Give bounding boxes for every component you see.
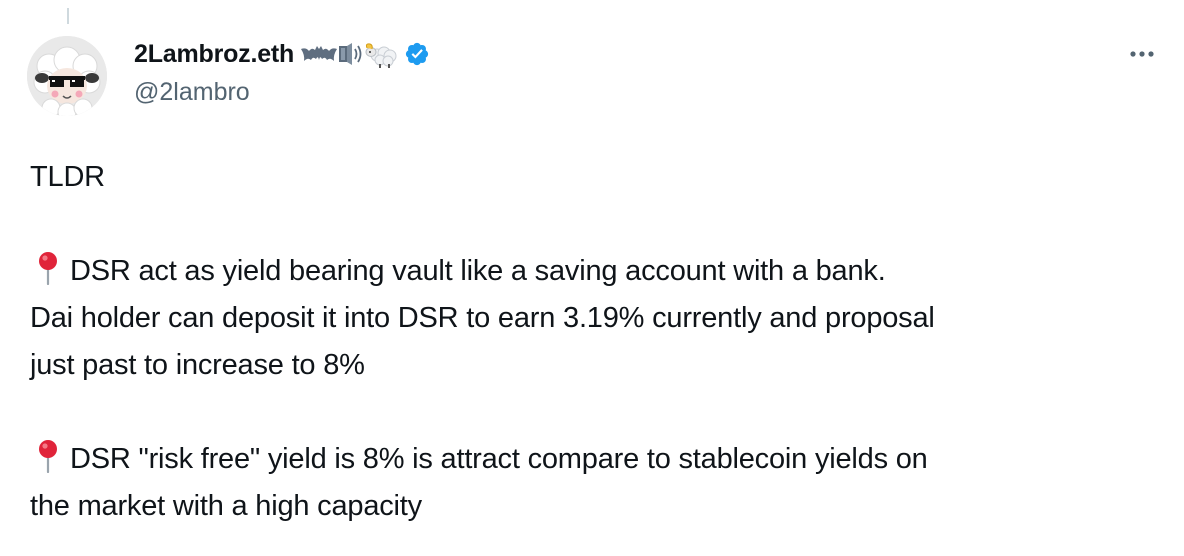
verified-badge[interactable] [404,41,430,67]
name-emoji-group [300,40,398,68]
tweet-text-span: DSR "risk free" yield is 8% is attract c… [70,443,928,475]
verified-badge-icon [406,42,429,66]
thread-connector-line [67,8,69,24]
sheep-icon [365,43,397,68]
sheep-avatar-icon [27,36,107,116]
avatar[interactable] [27,36,107,116]
tweet-line: TLDR [30,161,105,193]
tweet-line: DSR "risk free" yield is 8% is attract c… [30,436,1160,483]
round-pushpin-icon [39,440,57,473]
tweet-line: just past to increase to 8% [30,349,365,381]
more-options-button[interactable] [1127,40,1157,68]
author-name-row[interactable]: 2Lambroz.eth [134,38,430,70]
tweet-text: TLDR DSR act as yield bearing vault like… [30,154,1160,530]
author-handle[interactable]: @2lambro [134,78,250,107]
tweet-text-span: DSR act as yield bearing vault like a sa… [70,255,886,287]
round-pushpin-icon [39,252,57,285]
tweet-line: the market with a high capacity [30,490,422,522]
tweet-line: Dai holder can deposit it into DSR to ea… [30,302,935,334]
author-display-name[interactable]: 2Lambroz.eth [134,40,294,69]
tweet-line: DSR act as yield bearing vault like a sa… [30,248,1160,295]
bat-icon [301,46,338,61]
speaker-icon [339,43,362,65]
more-horizontal-icon [1130,51,1154,57]
